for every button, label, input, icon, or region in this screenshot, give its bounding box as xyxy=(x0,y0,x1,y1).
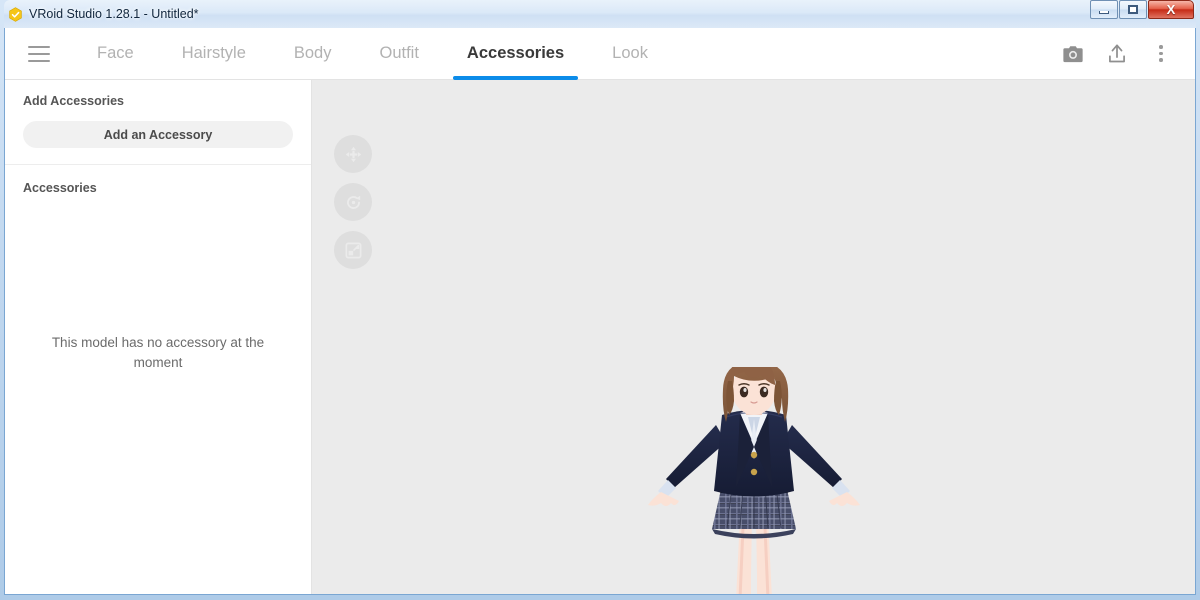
client-area: Face Hairstyle Body Outfit Accessories L… xyxy=(4,28,1196,595)
window-controls: X xyxy=(1090,0,1194,19)
close-icon: X xyxy=(1167,3,1176,16)
tab-label: Look xyxy=(612,44,648,63)
top-navigation-bar: Face Hairstyle Body Outfit Accessories L… xyxy=(5,28,1195,80)
minimize-button[interactable] xyxy=(1090,0,1118,19)
move-tool-icon[interactable] xyxy=(334,135,372,173)
tab-face[interactable]: Face xyxy=(73,28,158,79)
empty-state-message: This model has no accessory at the momen… xyxy=(23,208,293,594)
add-an-accessory-button[interactable]: Add an Accessory xyxy=(23,121,293,148)
tab-body[interactable]: Body xyxy=(270,28,356,79)
window-title: VRoid Studio 1.28.1 - Untitled* xyxy=(29,7,199,21)
tab-hairstyle[interactable]: Hairstyle xyxy=(158,28,270,79)
add-accessories-section: Add Accessories Add an Accessory xyxy=(5,80,311,165)
rotate-tool-icon[interactable] xyxy=(334,183,372,221)
vroid-character-model[interactable] xyxy=(644,367,864,594)
camera-icon[interactable] xyxy=(1053,34,1093,74)
accessories-list-section: Accessories This model has no accessory … xyxy=(5,165,311,594)
accessories-heading: Accessories xyxy=(23,181,293,195)
more-options-icon[interactable] xyxy=(1141,34,1181,74)
titlebar: VRoid Studio 1.28.1 - Untitled* X xyxy=(4,0,1196,28)
tab-look[interactable]: Look xyxy=(588,28,672,79)
tab-label: Hairstyle xyxy=(182,44,246,63)
main-content: Add Accessories Add an Accessory Accesso… xyxy=(5,80,1195,594)
nav-actions xyxy=(1053,28,1195,79)
accessories-sidebar: Add Accessories Add an Accessory Accesso… xyxy=(5,80,312,594)
scale-tool-icon[interactable] xyxy=(334,231,372,269)
tab-label: Body xyxy=(294,44,332,63)
hamburger-menu-icon[interactable] xyxy=(5,28,73,79)
window-frame: VRoid Studio 1.28.1 - Untitled* X Face H… xyxy=(0,0,1200,600)
add-accessories-heading: Add Accessories xyxy=(23,94,293,108)
model-jacket xyxy=(714,410,794,497)
tab-accessories[interactable]: Accessories xyxy=(443,28,588,79)
close-button[interactable]: X xyxy=(1148,0,1194,19)
vroid-hexagon-check-icon xyxy=(8,7,23,22)
maximize-button[interactable] xyxy=(1119,0,1147,19)
model-viewport[interactable] xyxy=(312,80,1195,594)
viewport-tools xyxy=(334,135,372,269)
tab-label: Outfit xyxy=(379,44,418,63)
tab-bar: Face Hairstyle Body Outfit Accessories L… xyxy=(73,28,672,79)
maximize-icon xyxy=(1128,5,1138,14)
tab-label: Accessories xyxy=(467,44,564,63)
export-icon[interactable] xyxy=(1097,34,1137,74)
tab-outfit[interactable]: Outfit xyxy=(355,28,442,79)
minimize-icon xyxy=(1099,11,1109,14)
tab-label: Face xyxy=(97,44,134,63)
